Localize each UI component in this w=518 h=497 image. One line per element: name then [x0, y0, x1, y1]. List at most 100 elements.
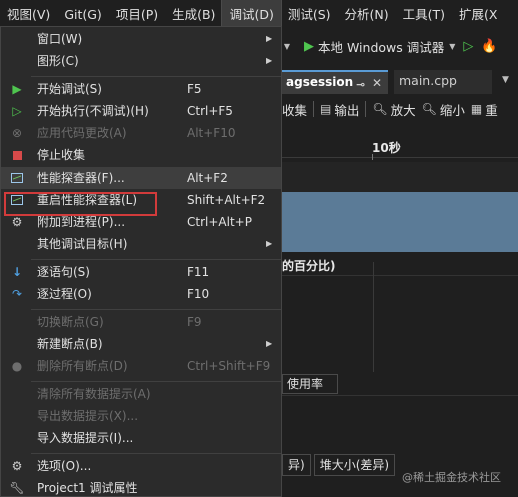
tab-diff[interactable]: 异): [282, 454, 311, 476]
menu-item-label: 应用代码更改(A): [37, 126, 127, 140]
menu-item-shortcut: Alt+F2: [187, 171, 228, 185]
menu-item-stop-collection[interactable]: 停止收集: [1, 144, 281, 166]
step-over-icon: ↷: [11, 287, 23, 301]
details-area: [282, 395, 518, 445]
menu-item-label: 开始调试(S): [37, 82, 102, 96]
play-outline-icon[interactable]: ▷: [463, 39, 473, 54]
menu-separator: [31, 381, 281, 382]
menu-item-apply-code-changes: ⊗ 应用代码更改(A) Alt+F10: [1, 122, 281, 144]
play-outline-icon: ▷: [12, 104, 22, 118]
tab-label: main.cpp: [399, 73, 457, 88]
reset-icon: ▦: [470, 102, 483, 116]
chevron-down-icon[interactable]: ▼: [449, 42, 455, 51]
tab-heap-size-diff[interactable]: 堆大小(差异): [313, 454, 396, 476]
timeline-ruler[interactable]: 10秒: [282, 134, 518, 160]
menu-item-label: 性能探查器(F)...: [37, 171, 125, 185]
menu-item-label: 切换断点(G): [37, 315, 104, 329]
session-toolbar: 收集 ▤ 输出 🔍︎ 放大 🔍︎ 缩小 ▦ 重: [282, 96, 518, 122]
step-into-icon: ↓: [11, 265, 23, 279]
menu-item-label: 停止收集: [37, 148, 86, 162]
menu-item-shortcut: F11: [187, 265, 210, 279]
menu-item-label: 图形(C): [37, 54, 79, 68]
menu-item-step-over[interactable]: ↷ 逐过程(O) F10: [1, 283, 281, 305]
menu-item-new-breakpoint[interactable]: 新建断点(B) ▶: [1, 333, 281, 355]
menu-item-shortcut: Ctrl+Shift+F9: [187, 359, 271, 373]
menu-item-options[interactable]: ⚙ 选项(O)...: [1, 455, 281, 477]
gear-icon: ⚙: [11, 459, 23, 473]
hot-reload-icon: 🔥: [481, 38, 498, 54]
toolbar-divider: [365, 101, 367, 117]
pin-icon[interactable]: ⊸: [356, 75, 365, 95]
timeline-label: 10秒: [372, 141, 401, 155]
tab-label: agsession: [286, 75, 354, 89]
menu-item-import-datatips[interactable]: 导入数据提示(I)...: [1, 427, 281, 449]
menu-item-shortcut: Alt+F10: [187, 126, 236, 140]
graph-heading: 的百分比): [282, 259, 336, 273]
chevron-down-icon[interactable]: ▼: [502, 75, 509, 85]
menu-separator: [31, 453, 281, 454]
menu-item-shortcut: Shift+Alt+F2: [187, 193, 266, 207]
menu-item-start-without-debugging[interactable]: ▷ 开始执行(不调试)(H) Ctrl+F5: [1, 100, 281, 122]
tab-main-cpp[interactable]: main.cpp: [394, 70, 492, 94]
tab-usage[interactable]: 使用率: [282, 374, 338, 394]
chevron-right-icon: ▶: [266, 339, 273, 348]
close-icon[interactable]: ✕: [372, 73, 382, 93]
timeline-tick: [372, 154, 373, 160]
menu-item-label: 新建断点(B): [37, 337, 103, 351]
cpu-graph-fill: [282, 192, 518, 252]
menu-item-other-debug-targets[interactable]: 其他调试目标(H) ▶: [1, 233, 281, 255]
percent-graph-area[interactable]: [282, 275, 518, 370]
collect-button[interactable]: 收集: [282, 100, 307, 119]
menu-item-shortcut: Ctrl+F5: [187, 104, 233, 118]
tab-diagsession[interactable]: agsession ⊸ ✕: [282, 70, 388, 94]
zoom-out-button[interactable]: 缩小: [440, 100, 465, 119]
menu-item-delete-all-breakpoints: ● 删除所有断点(D) Ctrl+Shift+F9: [1, 355, 281, 377]
menu-item-label: 其他调试目标(H): [37, 237, 128, 251]
menu-item-performance-profiler[interactable]: 性能探查器(F)... Alt+F2: [1, 167, 281, 189]
menu-item-label: 逐语句(S): [37, 265, 90, 279]
menu-item-start-debugging[interactable]: ▶ 开始调试(S) F5: [1, 78, 281, 100]
zoom-out-icon: 🔍︎: [421, 102, 437, 116]
menu-item-export-datatips: 导出数据提示(X)...: [1, 405, 281, 427]
zoom-in-button[interactable]: 放大: [391, 100, 416, 119]
chevron-right-icon: ▶: [266, 34, 273, 43]
menu-item-label: 选项(O)...: [37, 459, 92, 473]
menu-item-label: 开始执行(不调试)(H): [37, 104, 149, 118]
menu-item-step-into[interactable]: ↓ 逐语句(S) F11: [1, 261, 281, 283]
document-tabs: agsession ⊸ ✕ main.cpp ▼: [282, 70, 518, 94]
graph-gridline: [373, 262, 374, 372]
menu-separator: [31, 259, 281, 260]
play-icon: ▶: [12, 82, 22, 96]
output-button[interactable]: 输出: [334, 100, 359, 119]
highlight-annotation: [4, 192, 157, 216]
start-debugger-button[interactable]: 本地 Windows 调试器: [318, 37, 444, 56]
apply-changes-icon: ⊗: [11, 126, 23, 140]
chevron-down-icon[interactable]: ▼: [282, 32, 292, 60]
menu-tools[interactable]: 工具(T): [396, 0, 452, 30]
menu-analyze[interactable]: 分析(N): [338, 0, 396, 30]
menu-item-project-properties[interactable]: 🔧︎ Project1 调试属性: [1, 477, 281, 497]
menu-item-shortcut: Ctrl+Alt+P: [187, 215, 252, 229]
menu-item-label: Project1 调试属性: [37, 481, 138, 495]
wrench-icon: 🔧︎: [9, 481, 25, 495]
menu-item-label: 导出数据提示(X)...: [37, 409, 139, 423]
menu-item-label: 逐过程(O): [37, 287, 92, 301]
menu-item-shortcut: F10: [187, 287, 210, 301]
stop-icon: [9, 144, 25, 166]
debug-menu: 窗口(W) ▶ 图形(C) ▶ ▶ 开始调试(S) F5 ▷ 开始执行(不调试)…: [0, 26, 282, 497]
menu-item-toggle-breakpoint: 切换断点(G) F9: [1, 311, 281, 333]
watermark: @稀土掘金技术社区: [402, 471, 501, 484]
menu-item-graphics[interactable]: 图形(C) ▶: [1, 50, 281, 72]
menu-item-shortcut: F9: [187, 315, 202, 329]
menu-extensions[interactable]: 扩展(X: [452, 0, 504, 30]
play-icon[interactable]: ▶: [304, 39, 314, 54]
menu-item-label: 删除所有断点(D): [37, 359, 128, 373]
menu-item-window[interactable]: 窗口(W) ▶: [1, 28, 281, 50]
performance-chart-icon: [9, 167, 25, 189]
main-toolbar: ▼ ▶ 本地 Windows 调试器 ▼ ▷ 🔥: [282, 32, 518, 60]
menu-test[interactable]: 测试(S): [281, 0, 338, 30]
menu-separator: [31, 76, 281, 77]
reset-button[interactable]: 重: [485, 100, 498, 119]
toolbar-divider: [313, 101, 315, 117]
menu-item-shortcut: F5: [187, 82, 202, 96]
